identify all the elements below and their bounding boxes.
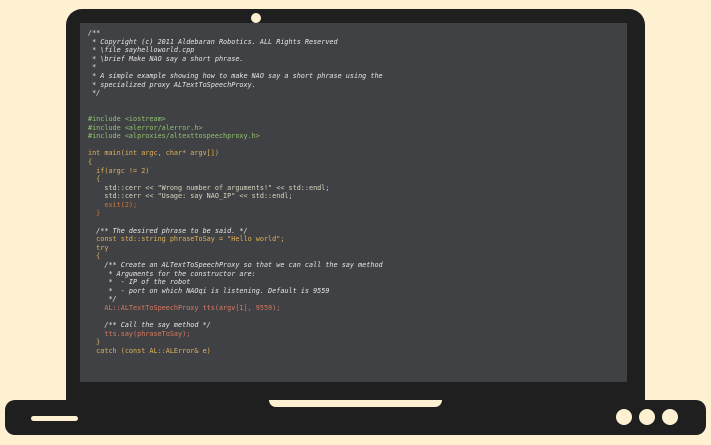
code-line: int main(int argc, char* argv[]) bbox=[88, 149, 219, 158]
laptop-slot-indicator bbox=[31, 416, 78, 421]
code-line: * \file sayhelloworld.cpp bbox=[88, 46, 195, 55]
status-light-icon bbox=[639, 409, 655, 425]
code-line: /** Create an ALTextToSpeechProxy so tha… bbox=[88, 261, 383, 270]
code-line: * specialized proxy ALTextToSpeechProxy. bbox=[88, 80, 256, 89]
webcam-icon bbox=[251, 13, 261, 23]
code-line: exit(2); bbox=[88, 200, 138, 209]
code-line: std::cerr << "Wrong number of arguments!… bbox=[88, 183, 330, 192]
code-line: * \brief Make NAO say a short phrase. bbox=[88, 54, 244, 63]
code-line: */ bbox=[88, 89, 101, 98]
code-line: * - IP of the robot bbox=[88, 278, 191, 287]
code-line: } bbox=[88, 209, 101, 218]
code-line: { bbox=[88, 175, 101, 184]
code-line: } bbox=[88, 338, 101, 347]
code-line: * Arguments for the constructor are: bbox=[88, 269, 256, 278]
code-line: #include <iostream> bbox=[88, 114, 166, 123]
status-light-icon bbox=[616, 409, 632, 425]
laptop-hinge-notch bbox=[269, 400, 442, 407]
code-line: * A simple example showing how to make N… bbox=[88, 71, 383, 80]
code-line: AL::ALTextToSpeechProxy tts(argv[1], 955… bbox=[88, 304, 281, 312]
code-line: #include <alproxies/altexttospeechproxy.… bbox=[88, 132, 260, 141]
code-line: try bbox=[88, 243, 109, 252]
code-line: */ bbox=[88, 295, 117, 304]
code-line: { bbox=[88, 157, 93, 166]
code-line: const std::string phraseToSay = "Hello w… bbox=[88, 235, 285, 244]
code-editor-screen[interactable]: /** * Copyright (c) 2011 Aldebaran Robot… bbox=[80, 23, 627, 382]
code-line: /** Call the say method */ bbox=[88, 321, 211, 330]
status-light-icon bbox=[662, 409, 678, 425]
code-line: tts.say(phraseToSay); bbox=[88, 329, 191, 338]
code-line: #include <alerror/alerror.h> bbox=[88, 123, 203, 132]
source-code: /** * Copyright (c) 2011 Aldebaran Robot… bbox=[88, 29, 383, 356]
code-line: /** The desired phrase to be said. */ bbox=[88, 226, 248, 235]
code-line: std::cerr << "Usage: say NAO_IP" << std:… bbox=[88, 192, 293, 201]
code-line: * Copyright (c) 2011 Aldebaran Robotics.… bbox=[88, 37, 338, 46]
code-line: if(argc != 2) bbox=[88, 166, 150, 175]
code-line: { bbox=[88, 252, 101, 261]
code-line: * - port on which NAOqi is listening. De… bbox=[88, 286, 330, 295]
code-line: * bbox=[88, 63, 97, 72]
code-line: /** bbox=[88, 29, 101, 37]
code-line: catch (const AL::ALError& e) bbox=[88, 346, 211, 355]
